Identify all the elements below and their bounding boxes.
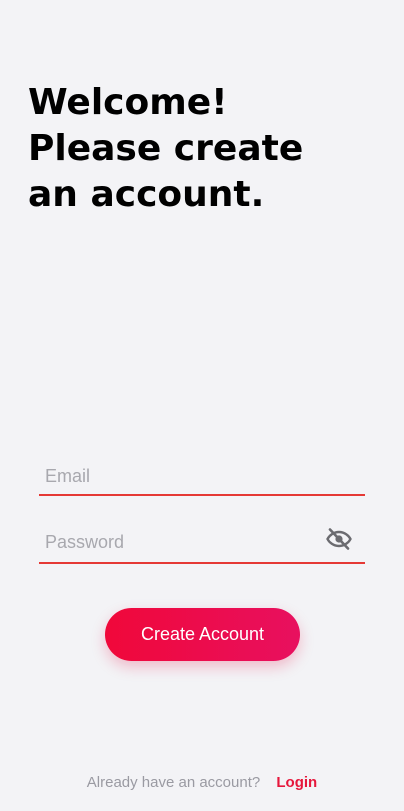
login-prompt-text: Already have an account? <box>86 774 261 791</box>
welcome-headline: Welcome! Please create an account. <box>28 80 368 218</box>
headline-line-2: Please create <box>28 128 304 169</box>
email-field-container <box>39 458 365 496</box>
headline-line-3: an account. <box>28 174 265 215</box>
password-field-container <box>39 523 365 564</box>
login-link[interactable]: Login <box>276 774 317 791</box>
login-prompt: Already have an account? Login <box>0 774 404 791</box>
headline-line-1: Welcome! <box>28 82 228 123</box>
signup-screen: Welcome! Please create an account. Creat… <box>0 0 404 811</box>
password-input[interactable] <box>39 523 365 562</box>
eye-off-icon[interactable] <box>325 525 353 553</box>
create-account-button[interactable]: Create Account <box>105 608 300 661</box>
email-input[interactable] <box>39 458 365 494</box>
